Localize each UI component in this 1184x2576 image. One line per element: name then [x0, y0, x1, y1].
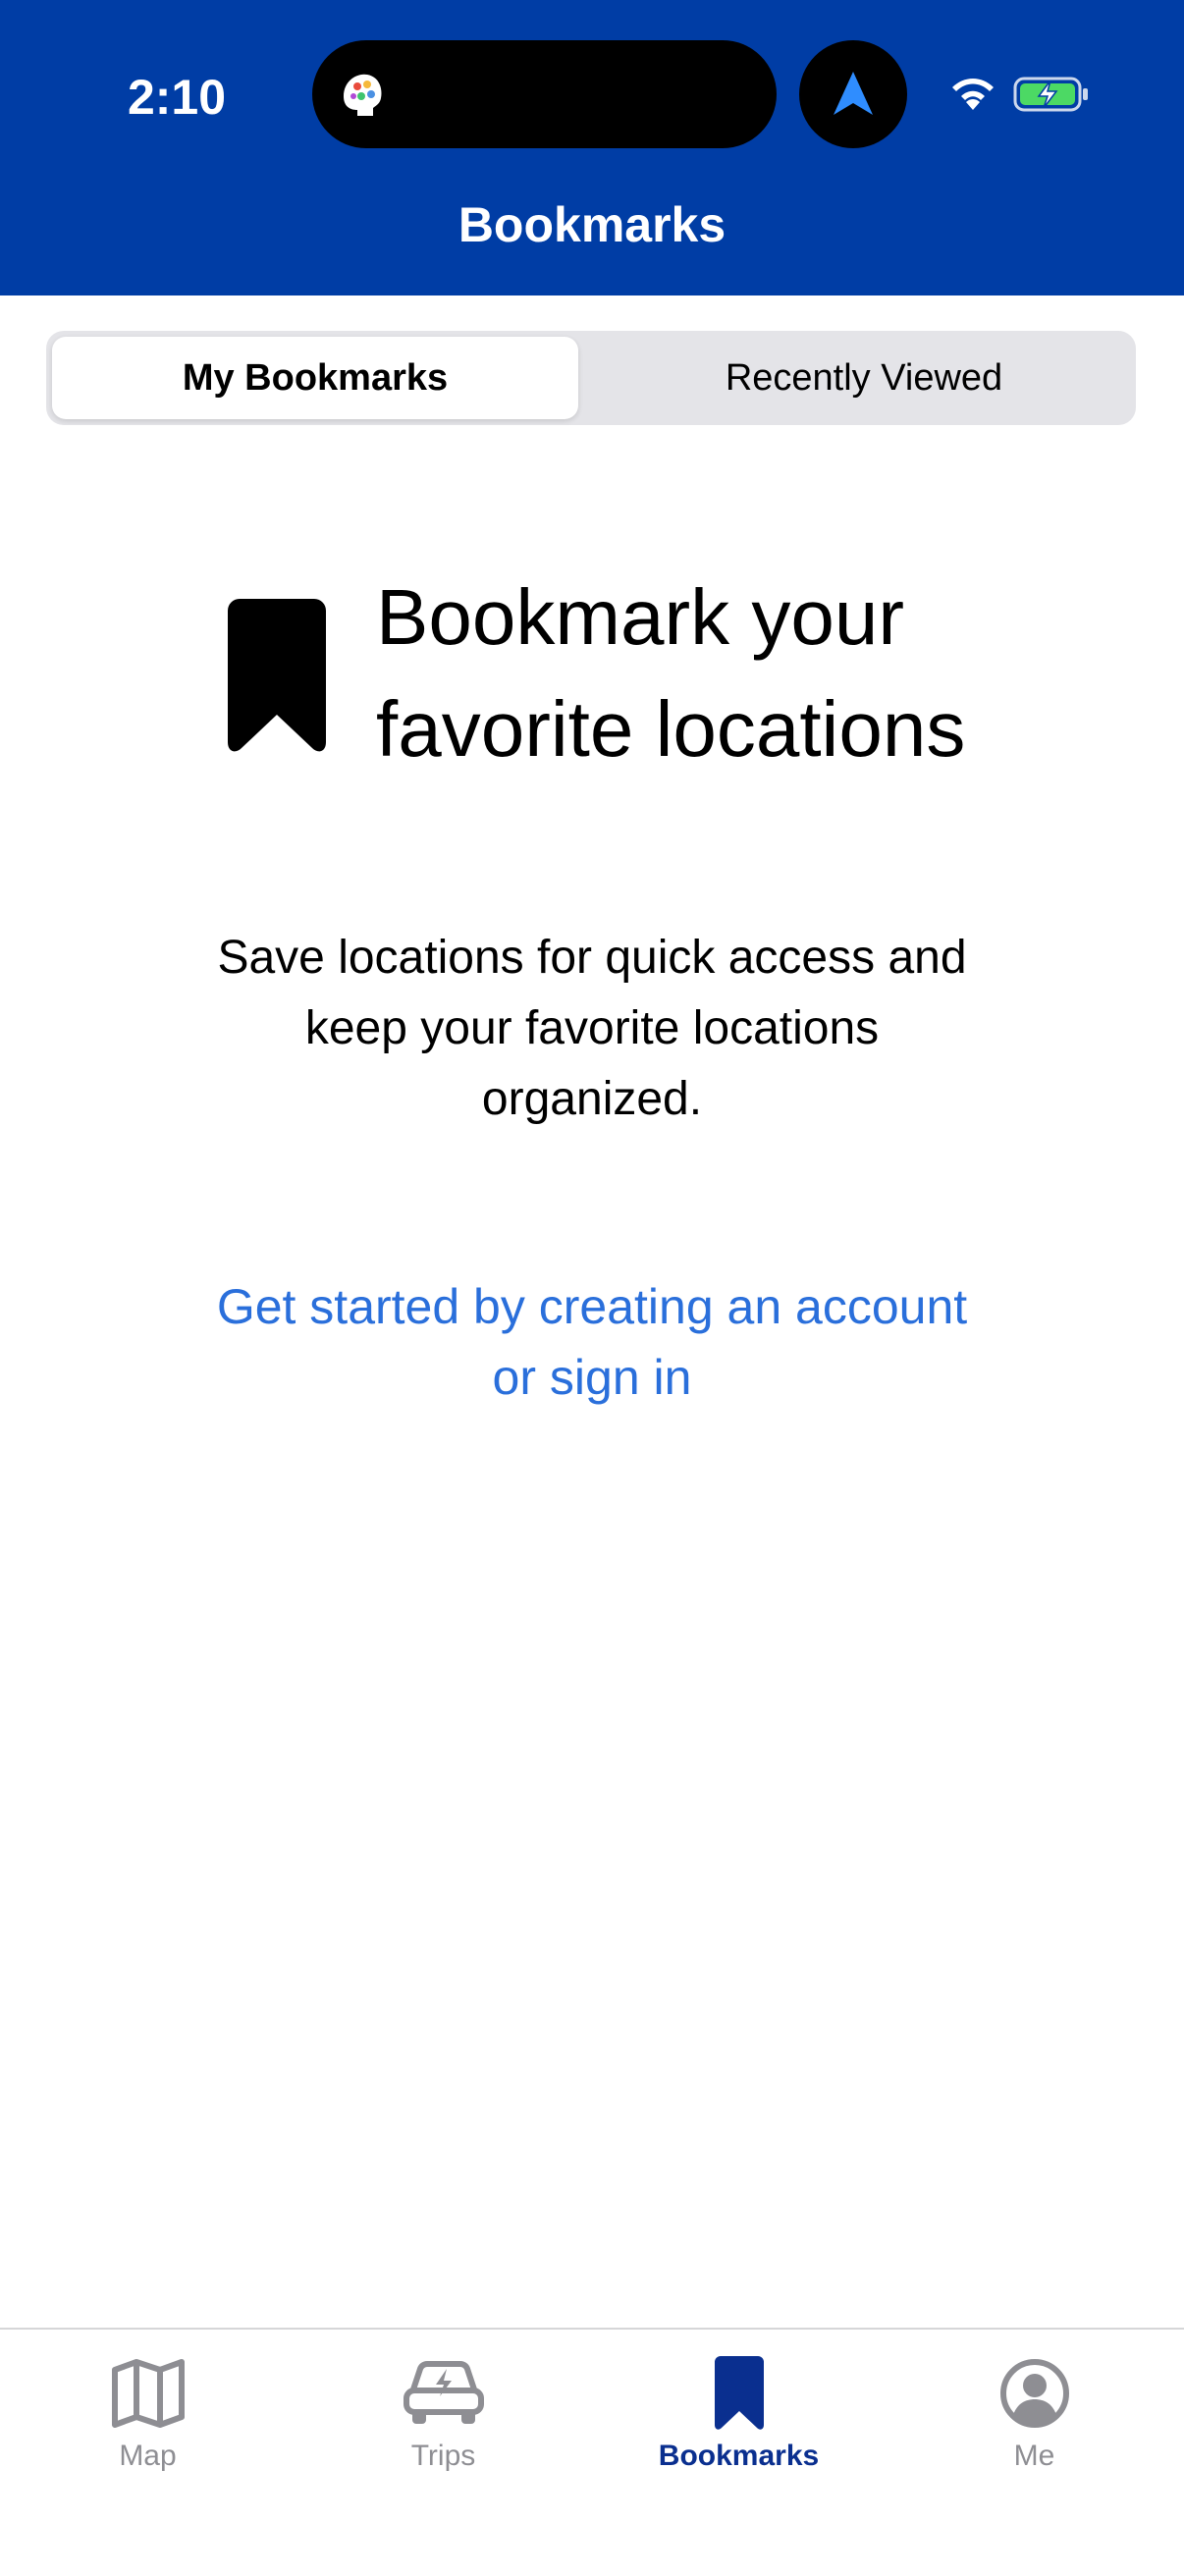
- car-lightning-icon: [403, 2361, 484, 2424]
- empty-state-title-line1: Bookmark your: [376, 573, 904, 661]
- empty-state-description-line2: keep your favorite locations: [304, 1002, 880, 1054]
- tab-trips-label: Trips: [410, 2440, 476, 2472]
- signup-link-line2[interactable]: or sign in: [150, 1342, 1034, 1413]
- navigation-indicator[interactable]: [799, 40, 907, 148]
- empty-state-title: Bookmark your favorite locations: [376, 562, 1063, 785]
- tab-trips[interactable]: Trips: [296, 2330, 591, 2526]
- segment-recently-viewed[interactable]: Recently Viewed: [598, 337, 1130, 419]
- person-circle-icon: [999, 2359, 1069, 2428]
- brain-app-icon: [344, 74, 382, 116]
- tab-me-label: Me: [1013, 2440, 1055, 2472]
- battery-charging-icon: [1013, 77, 1088, 112]
- status-time: 2:10: [127, 70, 227, 125]
- header-bar: 2:10 Bookmarks: [0, 0, 1184, 295]
- tab-map[interactable]: Map: [0, 2330, 296, 2526]
- create-account-or-sign-in-link[interactable]: Get started by creating an account or si…: [150, 1271, 1034, 1413]
- page-title: Bookmarks: [457, 197, 727, 252]
- dynamic-island[interactable]: [312, 40, 777, 148]
- tab-me[interactable]: Me: [887, 2330, 1182, 2526]
- empty-state-description-line3: organized.: [481, 1073, 703, 1125]
- bookmarks-segmented-control: My Bookmarks Recently Viewed: [46, 331, 1136, 425]
- empty-state-title-line2: favorite locations: [376, 685, 966, 773]
- wifi-icon: [952, 79, 994, 110]
- segment-my-bookmarks[interactable]: My Bookmarks: [52, 337, 578, 419]
- map-icon: [111, 2359, 185, 2428]
- empty-state-description-line1: Save locations for quick access and: [217, 932, 967, 984]
- signup-link-line1[interactable]: Get started by creating an account: [150, 1271, 1034, 1342]
- tab-bookmarks-label: Bookmarks: [658, 2440, 820, 2472]
- tab-bookmarks[interactable]: Bookmarks: [591, 2330, 887, 2526]
- bookmark-icon: [228, 599, 326, 752]
- tab-bar: Map Trips Bookmarks Me: [0, 2328, 1184, 2576]
- tab-map-label: Map: [119, 2440, 177, 2472]
- empty-state-description: Save locations for quick access and keep…: [150, 923, 1034, 1135]
- bookmark-icon: [714, 2356, 764, 2430]
- navigation-arrow-icon: [834, 72, 873, 115]
